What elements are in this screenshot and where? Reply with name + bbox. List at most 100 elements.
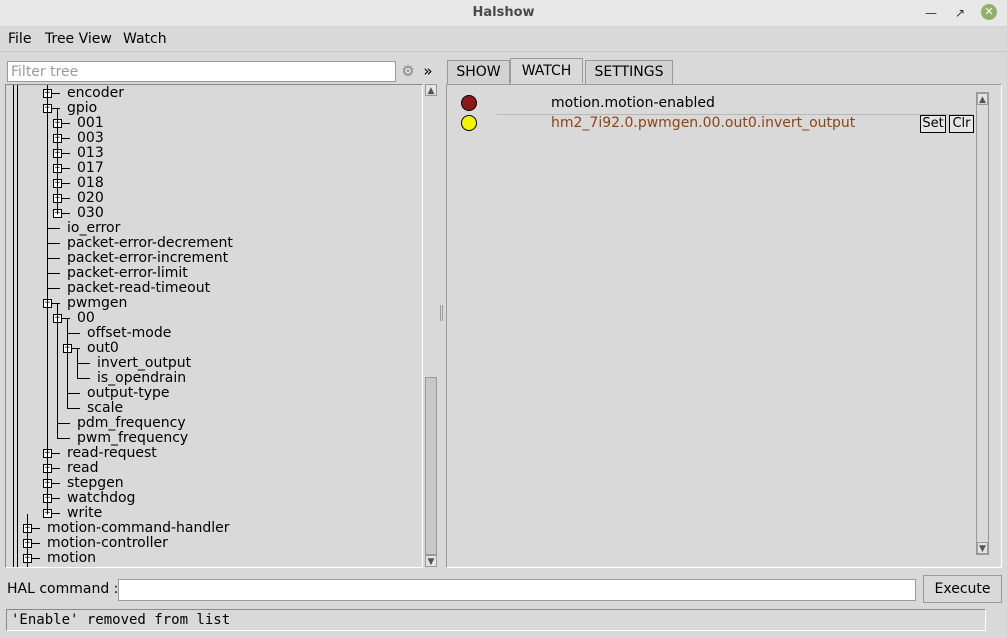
tree-node[interactable]: is_opendrain xyxy=(6,370,422,386)
tree-connector xyxy=(13,85,14,567)
scroll-down-icon[interactable]: ▼ xyxy=(425,555,437,567)
pane-splitter[interactable] xyxy=(440,305,443,321)
tree-node-label: motion xyxy=(47,550,97,566)
tree-connector xyxy=(47,85,48,514)
window-title: Halshow xyxy=(472,5,535,20)
tree-node[interactable]: invert_output xyxy=(6,355,422,371)
scroll-up-icon[interactable]: ▲ xyxy=(425,84,437,96)
menu-file[interactable]: File xyxy=(8,31,31,47)
filter-tree-input[interactable] xyxy=(7,61,396,82)
tree-node[interactable]: pdm_frequency xyxy=(6,415,422,431)
tree-node[interactable]: +encoder xyxy=(6,85,422,101)
tree-node[interactable]: +write xyxy=(6,505,422,521)
tree-node-label: 017 xyxy=(77,160,104,176)
tree-node-label: scale xyxy=(87,400,124,416)
tree-node[interactable]: +motion xyxy=(6,550,422,566)
tree-node[interactable]: −gpio xyxy=(6,100,422,116)
tree-connector xyxy=(47,243,60,244)
tree-node-label: stepgen xyxy=(67,475,124,491)
watch-item: motion.motion-enabled xyxy=(447,94,972,114)
tab-show[interactable]: SHOW xyxy=(447,60,510,84)
tree-node-label: packet-error-increment xyxy=(67,250,229,266)
minimize-icon[interactable]: — xyxy=(922,4,940,22)
tree-scrollbar[interactable]: ▲ ▼ xyxy=(424,84,438,568)
tree-node[interactable]: +017 xyxy=(6,160,422,176)
tree-node-label: motion-command-handler xyxy=(47,520,230,536)
watch-scrollbar[interactable]: ▲ ▼ xyxy=(976,92,989,555)
tab-watch[interactable]: WATCH xyxy=(510,58,583,83)
tree-node-label: 003 xyxy=(77,130,104,146)
tree-node-label: read-request xyxy=(67,445,157,461)
tree-node[interactable]: io_error xyxy=(6,220,422,236)
hal-command-label: HAL command : xyxy=(7,581,119,597)
tree-node-label: 00 xyxy=(77,310,95,326)
tree-node-label: 030 xyxy=(77,205,104,221)
tree-node[interactable]: +018 xyxy=(6,175,422,191)
tree-node-label: 020 xyxy=(77,190,104,206)
tree-connector xyxy=(67,319,68,409)
gear-icon[interactable]: ⚙ xyxy=(399,62,417,80)
tree-node[interactable]: +030 xyxy=(6,205,422,221)
tree-connector xyxy=(57,304,58,439)
tree-node[interactable]: +motion-command-handler xyxy=(6,520,422,536)
tree-node[interactable]: +read-request xyxy=(6,445,422,461)
tree-node[interactable]: +003 xyxy=(6,130,422,146)
tree-node[interactable]: packet-error-limit xyxy=(6,265,422,281)
tree-scroll-thumb[interactable] xyxy=(425,377,437,555)
tree-node[interactable]: +stepgen xyxy=(6,475,422,491)
tree-node-label: write xyxy=(67,505,103,521)
tree-node-label: read xyxy=(67,460,99,476)
tree-node[interactable]: offset-mode xyxy=(6,325,422,341)
scroll-down-icon[interactable]: ▼ xyxy=(977,542,988,554)
collapse-chevron-icon[interactable]: » xyxy=(420,61,436,81)
tree-node-label: is_opendrain xyxy=(97,370,187,386)
tree-node[interactable]: +watchdog xyxy=(6,490,422,506)
tab-settings[interactable]: SETTINGS xyxy=(585,60,673,84)
clear-button[interactable]: Clr xyxy=(949,115,974,133)
tree-connector xyxy=(67,393,80,394)
tree-node-label: 001 xyxy=(77,115,104,131)
watch-item: hm2_7i92.0.pwmgen.00.out0.invert_output … xyxy=(447,114,974,134)
led-indicator-icon xyxy=(461,115,477,131)
tree-node[interactable]: +read xyxy=(6,460,422,476)
watch-panel: motion.motion-enabled hm2_7i92.0.pwmgen.… xyxy=(446,84,1002,568)
tree-connector xyxy=(67,333,80,334)
watch-item-label: motion.motion-enabled xyxy=(551,95,715,111)
tree-node[interactable]: +013 xyxy=(6,145,422,161)
tree-node[interactable]: packet-read-timeout xyxy=(6,280,422,296)
scroll-up-icon[interactable]: ▲ xyxy=(977,93,988,105)
tree-node[interactable]: +020 xyxy=(6,190,422,206)
menu-tree-view[interactable]: Tree View xyxy=(45,31,112,47)
tree-node-label: invert_output xyxy=(97,355,192,371)
set-button[interactable]: Set xyxy=(920,115,946,133)
watch-item-label: hm2_7i92.0.pwmgen.00.out0.invert_output xyxy=(551,115,856,131)
execute-button[interactable]: Execute xyxy=(923,575,1002,603)
tree-node[interactable]: +001 xyxy=(6,115,422,131)
tree-node[interactable]: −pwmgen xyxy=(6,295,422,311)
status-message: 'Enable' removed from list xyxy=(6,609,986,631)
close-icon[interactable]: ✕ xyxy=(981,4,997,20)
maximize-icon[interactable]: ↗ xyxy=(951,4,969,22)
tree-connector xyxy=(57,423,70,424)
tree-connector xyxy=(77,363,90,364)
tree-node-label: pwm_frequency xyxy=(77,430,189,446)
tree-node-label: packet-error-decrement xyxy=(67,235,233,251)
tree-node[interactable]: output-type xyxy=(6,385,422,401)
tree-connector xyxy=(67,408,80,409)
tree-node-label: watchdog xyxy=(67,490,136,506)
tree-node[interactable]: packet-error-increment xyxy=(6,250,422,266)
tree-node[interactable]: scale xyxy=(6,400,422,416)
tree-connector xyxy=(27,514,28,567)
menu-watch[interactable]: Watch xyxy=(123,31,167,47)
tree-node[interactable]: packet-error-decrement xyxy=(6,235,422,251)
tree-connector xyxy=(47,228,60,229)
tree-node-label: 013 xyxy=(77,145,104,161)
tree-node[interactable]: −00 xyxy=(6,310,422,326)
hal-tree: +encoder−gpio+001+003+013+017+018+020+03… xyxy=(5,84,423,568)
tree-node[interactable]: +motion-controller xyxy=(6,535,422,551)
hal-command-input[interactable] xyxy=(118,579,916,601)
tree-node-label: motion-controller xyxy=(47,535,168,551)
tree-node[interactable]: −out0 xyxy=(6,340,422,356)
tree-node[interactable]: pwm_frequency xyxy=(6,430,422,446)
tree-node-label: packet-error-limit xyxy=(67,265,188,281)
